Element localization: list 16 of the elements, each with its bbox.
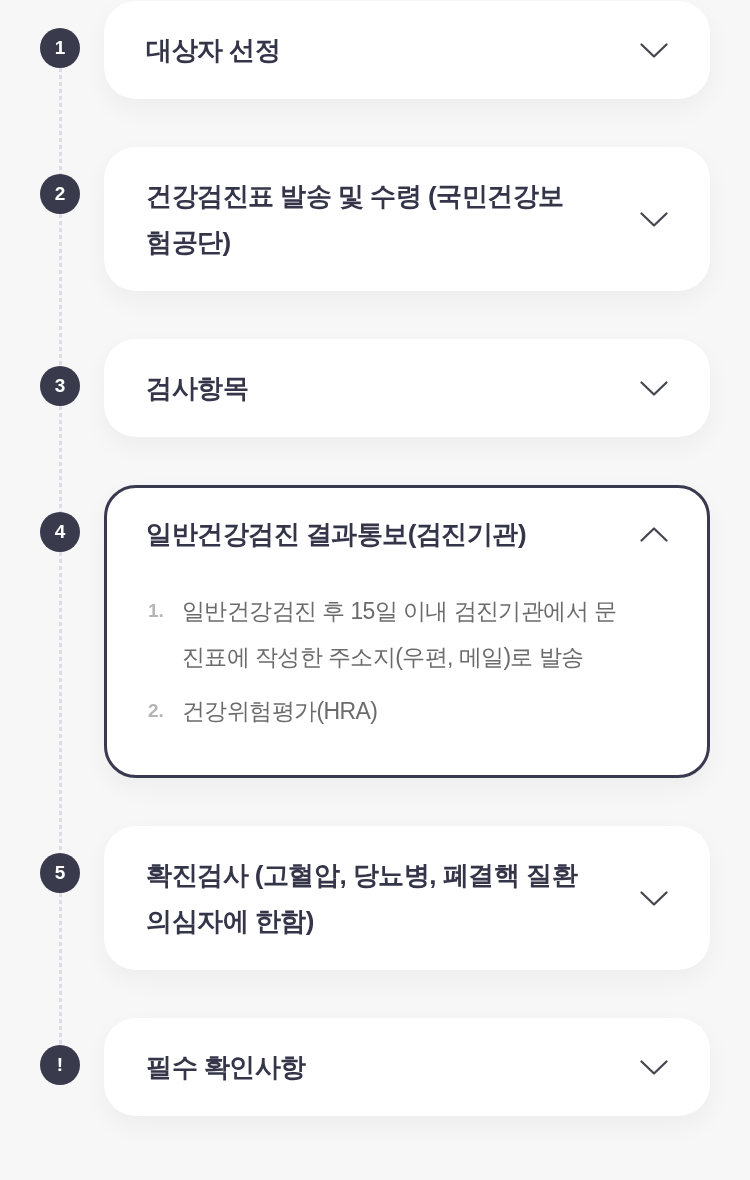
item-number: 2.: [148, 699, 165, 723]
step-number-badge: !: [40, 1045, 80, 1085]
accordion-header[interactable]: 확진검사 (고혈압, 당뇨병, 폐결핵 질환 의심자에 한함): [107, 829, 707, 967]
accordion-header[interactable]: 일반건강검진 결과통보(검진기관): [107, 488, 707, 580]
step-number-badge: 1: [40, 28, 80, 68]
accordion-header[interactable]: 건강검진표 발송 및 수령 (국민건강보험공단): [107, 150, 707, 288]
accordion-header[interactable]: 대상자 선정: [107, 4, 707, 96]
step-number-badge: 2: [40, 174, 80, 214]
item-text: 건강위험평가(HRA): [182, 697, 379, 726]
accordion-header[interactable]: 검사항목: [107, 342, 707, 434]
item-text: 일반건강검진 후 15일 이내 검진기관에서 문진표에 작성한 주소지(우편, 메일)로 발송: [182, 597, 618, 672]
step-number-badge: 5: [40, 853, 80, 893]
step-number-badge: 4: [40, 512, 80, 552]
item-number: 1.: [148, 599, 165, 623]
accordion-header[interactable]: 필수 확인사항: [107, 1021, 707, 1113]
step-number-badge: 3: [40, 366, 80, 406]
